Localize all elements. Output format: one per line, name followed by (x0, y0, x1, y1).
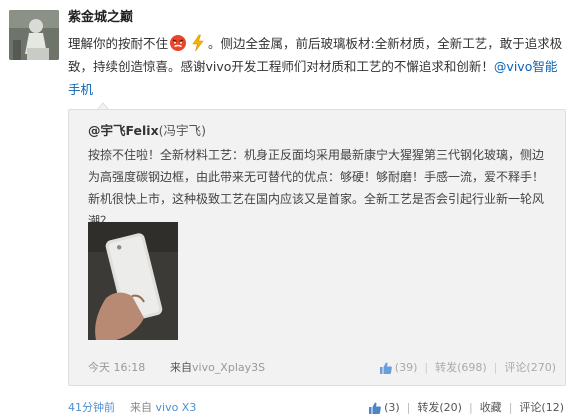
quoted-post: @宇飞Felix冯宇飞 按捺不住啦！全新材料工艺：机身正反面均采用最新康宁大猩猩… (68, 109, 566, 386)
phone-photo-image (88, 222, 178, 340)
favorite-label: 收藏 (479, 401, 502, 414)
repost-button[interactable]: 转发20 (417, 398, 462, 418)
divider: | (406, 401, 411, 414)
lightning-icon (192, 34, 204, 52)
avatar[interactable] (9, 10, 59, 60)
quoted-like-button[interactable]: 39 (379, 358, 418, 378)
divider: | (424, 361, 429, 374)
repost-count: 20 (439, 398, 462, 418)
angry-face-icon (170, 35, 187, 51)
avatar-photo (9, 10, 59, 60)
phone-photo[interactable] (88, 222, 178, 340)
divider: | (493, 361, 498, 374)
quoted-comment-label: 评论 (504, 361, 527, 374)
divider: | (508, 401, 513, 414)
quoted-footer: 今天 16:18 来自vivo_Xplay3S 39 | 转发698 | 评论2… (88, 358, 558, 378)
quoted-author-nick: 冯宇飞 (159, 123, 206, 138)
quoted-source-link[interactable]: vivo_Xplay3S (192, 361, 265, 374)
like-count: 3 (384, 398, 400, 418)
comment-label: 评论 (519, 401, 542, 414)
quoted-like-count: 39 (395, 358, 418, 378)
comment-count: 12 (541, 398, 564, 418)
favorite-button[interactable]: 收藏 (480, 398, 502, 418)
quoted-source: 来自vivo_Xplay3S (170, 358, 265, 378)
quoted-repost-label: 转发 (435, 361, 458, 374)
like-button[interactable]: 3 (368, 398, 400, 418)
thumbs-up-icon (369, 402, 381, 414)
thumbs-up-icon (379, 362, 392, 374)
post-source-link[interactable]: vivo X3 (156, 401, 197, 414)
post-text-part: 理解你的按耐不住 (68, 36, 169, 51)
post-text: 理解你的按耐不住 。侧边全金属，前后玻璃板材:全新材质，全新工艺，敢于追求极致，持… (68, 32, 568, 101)
quoted-actions: 39 | 转发698 | 评论270 (379, 358, 556, 378)
quoted-author: @宇飞Felix冯宇飞 (88, 120, 206, 139)
comment-button[interactable]: 评论12 (519, 398, 564, 418)
quoted-author-name[interactable]: @宇飞Felix (88, 123, 159, 138)
quoted-comment-count: 270 (526, 358, 556, 378)
repost-label: 转发 (417, 401, 440, 414)
post-source: 来自 vivo X3 (130, 398, 196, 418)
quoted-comment-button[interactable]: 评论270 (504, 358, 556, 378)
divider: | (468, 401, 473, 414)
post-actions: 3 | 转发20 | 收藏 | 评论12 (368, 398, 564, 418)
quoted-repost-button[interactable]: 转发698 (435, 358, 487, 378)
quoted-repost-count: 698 (457, 358, 487, 378)
post-timestamp[interactable]: 41分钟前 (68, 398, 115, 418)
quoted-timestamp[interactable]: 今天 16:18 (88, 358, 145, 378)
post-from-label: 来自 (130, 401, 152, 414)
quoted-text: 按捺不住啦！全新材料工艺：机身正反面均采用最新康宁大猩猩第三代钢化玻璃，侧边为高… (88, 148, 545, 228)
quoted-from-label: 来自 (170, 361, 192, 374)
author-name[interactable]: 紫金城之巅 (68, 6, 133, 25)
post-footer: 41分钟前 来自 vivo X3 3 | 转发20 | 收藏 | 评论12 (68, 398, 568, 418)
